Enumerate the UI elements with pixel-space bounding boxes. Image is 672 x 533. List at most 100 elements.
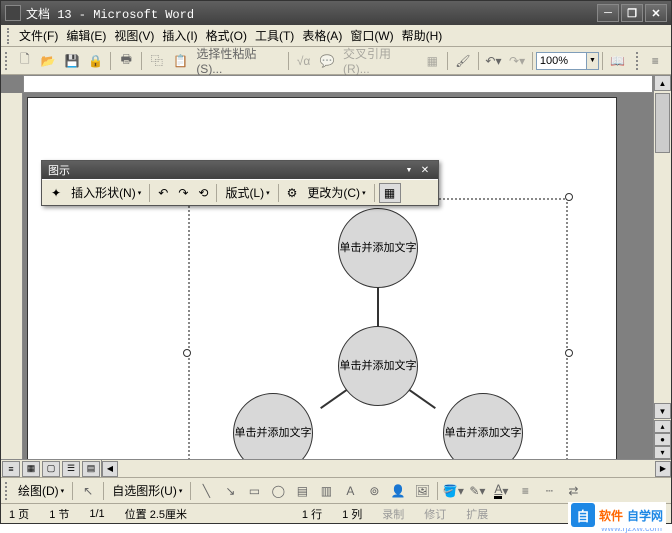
paste-icon[interactable]: 📋 bbox=[170, 50, 192, 72]
grip-icon[interactable] bbox=[636, 52, 640, 70]
grip-icon[interactable] bbox=[7, 28, 11, 44]
move-back-icon: ↶ bbox=[154, 183, 172, 203]
table-icon: ▦ bbox=[421, 50, 443, 72]
toolbar-close-icon[interactable]: ✕ bbox=[418, 163, 432, 177]
watermark-icon: 自 bbox=[571, 503, 595, 527]
minimize-button[interactable]: ─ bbox=[597, 4, 619, 22]
document-area[interactable]: 单击并添加文字 单击并添加文字 单击并添加文字 单击并添加文字 bbox=[23, 93, 653, 459]
horizontal-ruler[interactable] bbox=[23, 75, 653, 93]
reading-view-icon[interactable]: ▤ bbox=[82, 461, 100, 477]
draw-menu-button[interactable]: 绘图(D) bbox=[14, 481, 68, 501]
fill-color-icon[interactable]: 🪣▾ bbox=[442, 480, 464, 502]
vertical-scrollbar[interactable]: ▲ ▼ ▴ ● ▾ bbox=[653, 75, 671, 459]
arrow-icon[interactable]: ↘ bbox=[219, 480, 241, 502]
autoformat-icon[interactable]: ⚙ bbox=[283, 183, 302, 203]
diagram-node-bottom-right[interactable]: 单击并添加文字 bbox=[443, 393, 523, 459]
diagram-node-bottom-left[interactable]: 单击并添加文字 bbox=[233, 393, 313, 459]
resize-handle[interactable] bbox=[183, 349, 191, 357]
dash-style-icon[interactable]: ┄ bbox=[538, 480, 560, 502]
insert-shape-icon[interactable]: ✦ bbox=[47, 183, 65, 203]
selection-border bbox=[188, 198, 190, 459]
clipart-icon[interactable]: 👤 bbox=[387, 480, 409, 502]
print-view-icon[interactable]: ▢ bbox=[42, 461, 60, 477]
selection-border bbox=[566, 198, 568, 459]
font-color-icon[interactable]: A▾ bbox=[490, 480, 512, 502]
web-view-icon[interactable]: ▦ bbox=[22, 461, 40, 477]
resize-handle[interactable] bbox=[565, 349, 573, 357]
open-icon[interactable]: 📂 bbox=[38, 50, 60, 72]
menu-help[interactable]: 帮助(H) bbox=[398, 25, 447, 46]
zoom-dropdown-icon[interactable]: ▼ bbox=[587, 52, 599, 70]
save-icon[interactable]: 💾 bbox=[61, 50, 83, 72]
scroll-down-icon[interactable]: ▼ bbox=[654, 403, 671, 419]
menu-window[interactable]: 窗口(W) bbox=[346, 25, 397, 46]
copy-icon[interactable]: ⿻ bbox=[146, 50, 168, 72]
toolbar-titlebar[interactable]: 图示 ▼ ✕ bbox=[42, 161, 438, 179]
menubar: 文件(F) 编辑(E) 视图(V) 插入(I) 格式(O) 工具(T) 表格(A… bbox=[1, 25, 671, 47]
vertical-textbox-icon[interactable]: ▥ bbox=[315, 480, 337, 502]
horizontal-scrollbar[interactable]: ◀ ▶ bbox=[102, 461, 671, 477]
menu-tools[interactable]: 工具(T) bbox=[251, 25, 298, 46]
diagram-icon[interactable]: ⊚ bbox=[363, 480, 385, 502]
menu-view[interactable]: 视图(V) bbox=[110, 25, 158, 46]
scroll-thumb[interactable] bbox=[655, 93, 670, 153]
align-icon[interactable]: ≡ bbox=[645, 50, 667, 72]
outline-view-icon[interactable]: ☰ bbox=[62, 461, 80, 477]
oval-icon[interactable]: ◯ bbox=[267, 480, 289, 502]
autoshapes-button[interactable]: 自选图形(U) bbox=[108, 481, 186, 501]
menu-insert[interactable]: 插入(I) bbox=[158, 25, 201, 46]
grip-icon[interactable] bbox=[5, 482, 9, 500]
status-rec[interactable]: 录制 bbox=[382, 506, 404, 522]
new-doc-icon[interactable]: 🗋 bbox=[14, 50, 36, 72]
menu-table[interactable]: 表格(A) bbox=[298, 25, 346, 46]
toolbar-options-icon[interactable]: ▼ bbox=[402, 163, 416, 177]
arrow-style-icon[interactable]: ⇄ bbox=[562, 480, 584, 502]
select-objects-icon[interactable]: ↖ bbox=[77, 480, 99, 502]
print-icon[interactable]: 🖶 bbox=[115, 50, 137, 72]
normal-view-icon[interactable]: ≡ bbox=[2, 461, 20, 477]
change-to-button[interactable]: 更改为(C) bbox=[303, 183, 369, 203]
line-icon[interactable]: ╲ bbox=[195, 480, 217, 502]
grip-icon[interactable] bbox=[5, 52, 9, 70]
read-mode-icon[interactable]: 📖 bbox=[607, 50, 629, 72]
diagram-frame[interactable]: 单击并添加文字 单击并添加文字 单击并添加文字 单击并添加文字 bbox=[188, 198, 568, 459]
line-style-icon[interactable]: ≡ bbox=[514, 480, 536, 502]
menu-file[interactable]: 文件(F) bbox=[15, 25, 62, 46]
titlebar: 文档 13 - Microsoft Word ─ ❐ ✕ bbox=[1, 1, 671, 25]
zoom-combo[interactable]: 100% bbox=[536, 52, 587, 70]
maximize-button[interactable]: ❐ bbox=[621, 4, 643, 22]
format-painter-icon[interactable]: 🖌 bbox=[452, 50, 474, 72]
scroll-up-icon[interactable]: ▲ bbox=[654, 75, 671, 91]
status-ext[interactable]: 扩展 bbox=[466, 506, 488, 522]
diagram-node-top[interactable]: 单击并添加文字 bbox=[338, 208, 418, 288]
vertical-ruler[interactable] bbox=[1, 93, 23, 459]
permission-icon[interactable]: 🔒 bbox=[85, 50, 107, 72]
status-rev[interactable]: 修订 bbox=[424, 506, 446, 522]
prev-page-icon[interactable]: ▴ bbox=[654, 420, 671, 433]
picture-icon[interactable]: 🖼 bbox=[411, 480, 433, 502]
diagram-toolbar[interactable]: 图示 ▼ ✕ ✦ 插入形状(N) ↶ ↷ ⟲ 版式(L) ⚙ 更改为(C) ▦ bbox=[41, 160, 439, 206]
layout-button[interactable]: 版式(L) bbox=[221, 183, 273, 203]
rectangle-icon[interactable]: ▭ bbox=[243, 480, 265, 502]
menu-edit[interactable]: 编辑(E) bbox=[62, 25, 110, 46]
diagram-node-center[interactable]: 单击并添加文字 bbox=[338, 326, 418, 406]
next-page-icon[interactable]: ▾ bbox=[654, 446, 671, 459]
status-page: 1 页 bbox=[9, 506, 29, 522]
browse-object-icon[interactable]: ● bbox=[654, 433, 671, 446]
textbox-icon[interactable]: ▤ bbox=[291, 480, 313, 502]
paste-special-button[interactable]: 选择性粘贴(S)... bbox=[193, 50, 284, 72]
page-canvas[interactable]: 单击并添加文字 单击并添加文字 单击并添加文字 单击并添加文字 bbox=[27, 97, 617, 459]
close-button[interactable]: ✕ bbox=[645, 4, 667, 22]
insert-shape-button[interactable]: 插入形状(N) bbox=[67, 183, 145, 203]
scroll-left-icon[interactable]: ◀ bbox=[102, 461, 118, 477]
resize-handle[interactable] bbox=[565, 193, 573, 201]
equation-icon: √α bbox=[293, 50, 315, 72]
status-position: 位置 2.5厘米 bbox=[125, 506, 187, 522]
menu-format[interactable]: 格式(O) bbox=[202, 25, 251, 46]
scroll-right-icon[interactable]: ▶ bbox=[655, 461, 671, 477]
status-line: 1 行 bbox=[302, 506, 322, 522]
line-color-icon[interactable]: ✎▾ bbox=[466, 480, 488, 502]
wordart-icon[interactable]: A bbox=[339, 480, 361, 502]
text-wrap-icon[interactable]: ▦ bbox=[379, 183, 401, 203]
undo-icon[interactable]: ↶▾ bbox=[483, 50, 505, 72]
